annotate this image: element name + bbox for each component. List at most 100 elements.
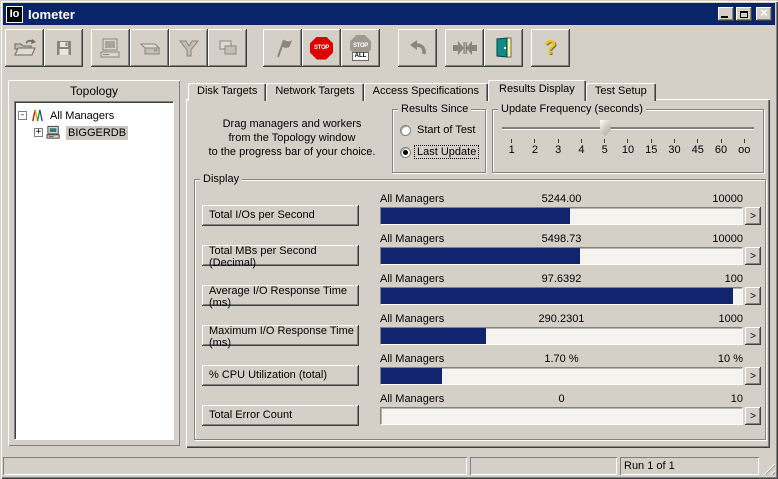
tab-results-display[interactable]: Results Display bbox=[488, 80, 586, 101]
tick-label: 60 bbox=[714, 144, 728, 156]
progress-fill bbox=[381, 328, 486, 344]
tree-item-biggerdb[interactable]: + BIGGERDB bbox=[18, 124, 170, 141]
update-frequency-legend: Update Frequency (seconds) bbox=[498, 103, 646, 115]
minimize-button[interactable] bbox=[718, 7, 734, 21]
close-button[interactable] bbox=[756, 7, 772, 21]
progress-bar-max-response[interactable] bbox=[380, 327, 743, 345]
display-group: Display Total I/Os per Second All Manage… bbox=[194, 173, 766, 440]
bar-max: 1000 bbox=[718, 313, 743, 325]
start-tests-button[interactable] bbox=[263, 29, 302, 67]
status-panel-middle bbox=[470, 457, 617, 475]
resize-grip[interactable] bbox=[762, 462, 775, 475]
results-display-page: Drag managers and workers from the Topol… bbox=[186, 99, 770, 448]
stop-test-button[interactable]: STOP bbox=[302, 29, 341, 67]
metric-button-total-mbs[interactable]: Total MBs per Second (Decimal) bbox=[202, 245, 359, 269]
update-frequency-slider[interactable] bbox=[500, 120, 756, 137]
stop-all-tests-button[interactable]: STOP ALL bbox=[341, 29, 380, 67]
radio-label-last-update: Last Update bbox=[413, 145, 480, 159]
status-bar: Run 1 of 1 bbox=[3, 454, 775, 476]
maximize-icon bbox=[740, 10, 748, 18]
instruction-line: to the progress bar of your choice. bbox=[208, 146, 376, 158]
save-test-file-button[interactable] bbox=[44, 29, 83, 67]
metric-button-total-ios[interactable]: Total I/Os per Second bbox=[202, 205, 359, 226]
bar-scope-label: All Managers bbox=[380, 313, 445, 325]
window-title: Iometer bbox=[28, 6, 75, 22]
progress-bar-avg-response[interactable] bbox=[380, 287, 743, 305]
bar-scope-label: All Managers bbox=[380, 353, 445, 365]
slider-tick bbox=[627, 139, 629, 143]
minimize-icon bbox=[721, 16, 728, 18]
tree-item-all-managers[interactable]: - All Managers bbox=[18, 107, 170, 124]
expand-result-button[interactable]: > bbox=[745, 247, 761, 265]
merge-workers-button[interactable] bbox=[445, 29, 484, 67]
slider-tick bbox=[511, 139, 513, 143]
slider-tick-labels: 1 2 3 4 5 10 15 30 45 60 oo bbox=[500, 139, 756, 156]
title-bar: Io Iometer bbox=[3, 3, 775, 25]
tick-label: 45 bbox=[691, 144, 704, 156]
tree-label-all-managers[interactable]: All Managers bbox=[48, 109, 116, 123]
expand-result-button[interactable]: > bbox=[745, 407, 761, 425]
manager-computer-icon bbox=[46, 125, 60, 139]
toolbar: STOP STOP ALL ? bbox=[3, 27, 775, 69]
help-button[interactable]: ? bbox=[531, 29, 570, 67]
reset-results-button[interactable] bbox=[398, 29, 437, 67]
metric-button-avg-response[interactable]: Average I/O Response Time (ms) bbox=[202, 285, 359, 309]
slider-track[interactable] bbox=[502, 127, 754, 129]
radio-label-start-of-test: Start of Test bbox=[417, 124, 476, 136]
results-since-group: Results Since Start of Test Last Update bbox=[392, 103, 486, 173]
metric-row-cpu-utilization: % CPU Utilization (total) All Managers 1… bbox=[202, 347, 761, 387]
maximize-button[interactable] bbox=[736, 7, 752, 21]
slider-tick bbox=[650, 139, 652, 143]
metric-button-total-errors[interactable]: Total Error Count bbox=[202, 405, 359, 426]
tab-network-targets[interactable]: Network Targets bbox=[266, 83, 364, 101]
radio-start-of-test[interactable]: Start of Test bbox=[400, 122, 485, 138]
bar-max: 10000 bbox=[712, 233, 743, 245]
save-floppy-icon bbox=[56, 41, 71, 55]
exit-button[interactable] bbox=[484, 29, 523, 67]
new-network-worker-button[interactable] bbox=[169, 29, 208, 67]
metric-button-max-response[interactable]: Maximum I/O Response Time (ms) bbox=[202, 325, 359, 349]
tab-strip: Disk Targets Network Targets Access Spec… bbox=[188, 80, 656, 101]
progress-bar-total-errors[interactable] bbox=[380, 407, 743, 425]
topology-tree[interactable]: - All Managers + BIGGERDB bbox=[14, 101, 174, 440]
progress-bar-total-ios[interactable] bbox=[380, 207, 743, 225]
stop-icon: STOP bbox=[310, 36, 333, 60]
bar-max: 10000 bbox=[712, 193, 743, 205]
instruction-line: Drag managers and workers bbox=[222, 118, 362, 130]
bar-scope-label: All Managers bbox=[380, 393, 445, 405]
bar-value: 5244.00 bbox=[541, 193, 582, 205]
tick-label: 1 bbox=[508, 144, 515, 156]
bar-max: 10 % bbox=[717, 353, 743, 365]
topology-panel: Topology - All Managers + BIGGERDB bbox=[8, 80, 180, 446]
tree-label-biggerdb[interactable]: BIGGERDB bbox=[66, 125, 129, 140]
slider-thumb[interactable] bbox=[599, 120, 611, 136]
tick-label: 5 bbox=[601, 144, 608, 156]
new-disk-worker-button[interactable] bbox=[130, 29, 169, 67]
collapse-icon[interactable]: - bbox=[18, 111, 27, 120]
tab-control: Disk Targets Network Targets Access Spec… bbox=[186, 80, 770, 448]
tab-disk-targets[interactable]: Disk Targets bbox=[188, 83, 267, 101]
new-manager-button[interactable] bbox=[91, 29, 130, 67]
tab-access-specifications[interactable]: Access Specifications bbox=[363, 83, 488, 101]
stop-all-icon: STOP ALL bbox=[350, 35, 371, 61]
tab-test-setup[interactable]: Test Setup bbox=[585, 83, 656, 101]
run-counter: Run 1 of 1 bbox=[624, 460, 675, 472]
radio-last-update[interactable]: Last Update bbox=[400, 144, 485, 160]
progress-bar-cpu-utilization[interactable] bbox=[380, 367, 743, 385]
expand-result-button[interactable]: > bbox=[745, 207, 761, 225]
open-test-file-button[interactable] bbox=[5, 29, 44, 67]
metric-row-avg-response: Average I/O Response Time (ms) All Manag… bbox=[202, 267, 761, 309]
metric-row-max-response: Maximum I/O Response Time (ms) All Manag… bbox=[202, 307, 761, 349]
metric-button-cpu-utilization[interactable]: % CPU Utilization (total) bbox=[202, 365, 359, 386]
expand-result-button[interactable]: > bbox=[745, 327, 761, 345]
network-worker-icon bbox=[178, 40, 199, 57]
copy-workers-button[interactable] bbox=[208, 29, 247, 67]
expand-result-button[interactable]: > bbox=[745, 367, 761, 385]
tick-label: 15 bbox=[645, 144, 658, 156]
bar-max: 10 bbox=[730, 393, 743, 405]
slider-tick bbox=[534, 139, 536, 143]
expand-result-button[interactable]: > bbox=[745, 287, 761, 305]
progress-bar-total-mbs[interactable] bbox=[380, 247, 743, 265]
computer-icon bbox=[100, 38, 119, 58]
expand-icon[interactable]: + bbox=[34, 128, 43, 137]
